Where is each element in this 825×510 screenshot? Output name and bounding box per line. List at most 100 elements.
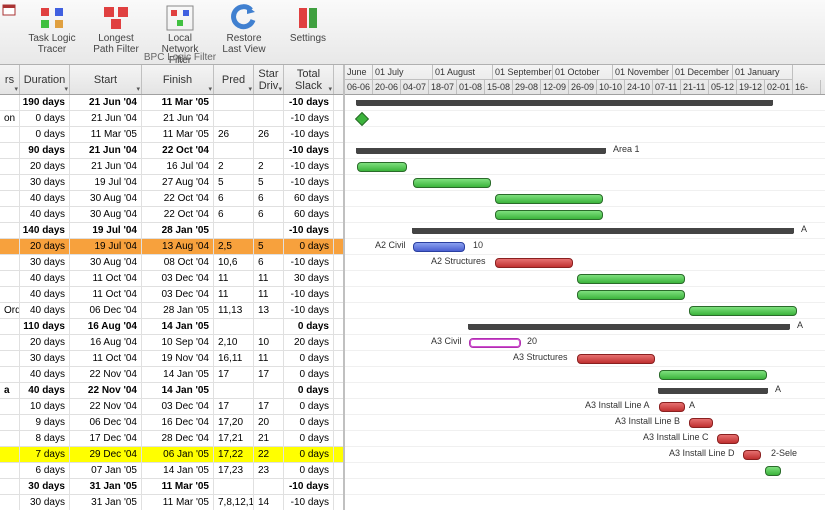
cell[interactable]: 5	[214, 175, 254, 190]
table-row[interactable]: 40 days30 Aug '0422 Oct '046660 days	[0, 207, 343, 223]
task-bar[interactable]	[495, 258, 573, 268]
cell[interactable]: 22 Nov '04	[70, 399, 142, 414]
cell[interactable]: 22 Oct '04	[142, 143, 214, 158]
table-row[interactable]: 90 days21 Jun '0422 Oct '04-10 days	[0, 143, 343, 159]
cell[interactable]: 11 Oct '04	[70, 351, 142, 366]
table-row[interactable]: 30 days11 Oct '0419 Nov '0416,11110 days	[0, 351, 343, 367]
cell[interactable]: -10 days	[284, 223, 334, 238]
cell[interactable]	[0, 175, 20, 190]
cell[interactable]: -10 days	[284, 495, 334, 510]
cell[interactable]: 30 Aug '04	[70, 255, 142, 270]
cell[interactable]: 190 days	[20, 95, 70, 110]
table-row[interactable]: 20 days16 Aug '0410 Sep '042,101020 days	[0, 335, 343, 351]
summary-bar[interactable]	[357, 148, 605, 154]
task-bar[interactable]	[717, 434, 739, 444]
cell[interactable]: 40 days	[20, 271, 70, 286]
table-row[interactable]: 20 days19 Jul '0413 Aug '042,550 days	[0, 239, 343, 255]
cell[interactable]	[0, 239, 20, 254]
cell[interactable]	[254, 143, 284, 158]
cell[interactable]	[0, 367, 20, 382]
col-predecessors[interactable]: Pred▾	[214, 65, 254, 94]
cell[interactable]: 21	[254, 431, 284, 446]
cell[interactable]: 06 Dec '04	[70, 415, 142, 430]
cell[interactable]: 11	[214, 271, 254, 286]
cell[interactable]: 19 Nov '04	[142, 351, 214, 366]
table-row[interactable]: 30 days30 Aug '0408 Oct '0410,66-10 days	[0, 255, 343, 271]
cell[interactable]: on	[0, 111, 20, 126]
cell[interactable]: 16 Jul '04	[142, 159, 214, 174]
cell[interactable]: 20 days	[284, 335, 334, 350]
cell[interactable]: 11 Oct '04	[70, 287, 142, 302]
task-bar[interactable]	[689, 306, 797, 316]
table-row[interactable]: 40 days11 Oct '0403 Dec '04111130 days	[0, 271, 343, 287]
cell[interactable]: 0 days	[284, 367, 334, 382]
cell[interactable]: 17,23	[214, 463, 254, 478]
table-row[interactable]: 30 days31 Jan '0511 Mar '057,8,12,114-10…	[0, 495, 343, 510]
cell[interactable]	[0, 143, 20, 158]
cell[interactable]: 40 days	[20, 367, 70, 382]
cell[interactable]: 22 Nov '04	[70, 383, 142, 398]
cell[interactable]: 0 days	[20, 111, 70, 126]
table-row[interactable]: Order40 days06 Dec '0428 Jan '0511,1313-…	[0, 303, 343, 319]
cell[interactable]: 6	[254, 255, 284, 270]
cell[interactable]: 11 Mar '05	[142, 479, 214, 494]
cell[interactable]: 140 days	[20, 223, 70, 238]
cell[interactable]	[214, 383, 254, 398]
col-start[interactable]: Start▾	[70, 65, 142, 94]
cell[interactable]: 26	[254, 127, 284, 142]
cell[interactable]	[0, 271, 20, 286]
cell[interactable]	[254, 95, 284, 110]
cell[interactable]	[214, 111, 254, 126]
cell[interactable]: 31 Jan '05	[70, 495, 142, 510]
cell[interactable]: 0 days	[284, 463, 334, 478]
task-bar[interactable]	[577, 274, 685, 284]
cell[interactable]: 11 Mar '05	[142, 127, 214, 142]
cell[interactable]	[254, 479, 284, 494]
table-row[interactable]: on0 days21 Jun '0421 Jun '04-10 days	[0, 111, 343, 127]
cell[interactable]: 23	[254, 463, 284, 478]
cell[interactable]: 17	[214, 399, 254, 414]
cell[interactable]: 5	[254, 175, 284, 190]
cell[interactable]: 20 days	[20, 239, 70, 254]
cell[interactable]: -10 days	[284, 159, 334, 174]
cell[interactable]: 40 days	[20, 207, 70, 222]
cell[interactable]: 06 Dec '04	[70, 303, 142, 318]
task-bar[interactable]	[357, 162, 407, 172]
cell[interactable]: 07 Jan '05	[70, 463, 142, 478]
cell[interactable]: 11	[254, 351, 284, 366]
task-bar[interactable]	[659, 402, 685, 412]
table-row[interactable]: 8 days17 Dec '0428 Dec '0417,21210 days	[0, 431, 343, 447]
cell[interactable]: 17	[214, 367, 254, 382]
cell[interactable]: 31 Jan '05	[70, 479, 142, 494]
cell[interactable]: 6	[254, 191, 284, 206]
cell[interactable]	[254, 319, 284, 334]
cell[interactable]	[0, 207, 20, 222]
cell[interactable]: 21 Jun '04	[70, 111, 142, 126]
cell[interactable]: 19 Jul '04	[70, 223, 142, 238]
cell[interactable]: 21 Jun '04	[70, 95, 142, 110]
cell[interactable]	[254, 383, 284, 398]
cell[interactable]: 11 Mar '05	[70, 127, 142, 142]
cell[interactable]: 6 days	[20, 463, 70, 478]
cell[interactable]: 21 Jun '04	[70, 159, 142, 174]
table-row[interactable]: 20 days21 Jun '0416 Jul '0422-10 days	[0, 159, 343, 175]
table-row[interactable]: 40 days30 Aug '0422 Oct '046660 days	[0, 191, 343, 207]
table-row[interactable]: 140 days19 Jul '0428 Jan '05-10 days	[0, 223, 343, 239]
cell[interactable]: -10 days	[284, 175, 334, 190]
cell[interactable]: 2,5	[214, 239, 254, 254]
cell[interactable]: 11	[254, 287, 284, 302]
cell[interactable]: 30 days	[20, 479, 70, 494]
cell[interactable]: 11 Mar '05	[142, 495, 214, 510]
cell[interactable]: 40 days	[20, 303, 70, 318]
cell[interactable]: 16 Dec '04	[142, 415, 214, 430]
cell[interactable]: 17,21	[214, 431, 254, 446]
col-finish[interactable]: Finish▾	[142, 65, 214, 94]
cell[interactable]: 0 days	[284, 447, 334, 462]
table-row[interactable]: 40 days11 Oct '0403 Dec '041111-10 days	[0, 287, 343, 303]
task-bar[interactable]	[577, 354, 655, 364]
cell[interactable]: 60 days	[284, 207, 334, 222]
cell[interactable]: -10 days	[284, 479, 334, 494]
cell[interactable]: 30 days	[284, 271, 334, 286]
col-star-driver[interactable]: Star Driv▾	[254, 65, 284, 94]
cell[interactable]	[0, 447, 20, 462]
